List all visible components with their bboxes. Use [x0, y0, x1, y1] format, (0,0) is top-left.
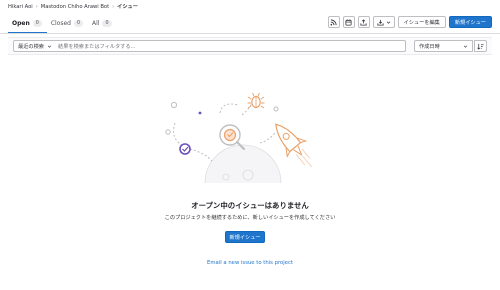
export-button[interactable] [357, 16, 370, 28]
export-icon [360, 18, 367, 26]
dashed-trail [259, 132, 276, 144]
breadcrumb-separator: › [35, 3, 38, 10]
bulk-edit-button[interactable]: イシューを編集 [397, 16, 446, 28]
calendar-button[interactable] [342, 16, 355, 28]
dashed-trail [241, 102, 253, 116]
rss-icon [330, 18, 337, 25]
email-new-issue-link[interactable]: Email a new issue to this project [0, 260, 500, 266]
breadcrumb-user[interactable]: Hikari Aoi [8, 4, 33, 10]
dashed-trail [173, 122, 183, 146]
breadcrumb-current[interactable]: イシュー [117, 3, 138, 10]
check-circle-icon [179, 143, 191, 155]
purple-dot [198, 111, 202, 115]
recent-searches-label: 最近の検索 [18, 43, 44, 50]
chevron-down-icon [463, 45, 468, 48]
issue-state-tabs: Open 0 Closed 0 All 0 [8, 18, 117, 34]
magnifier-lens [223, 128, 237, 142]
empty-state-title: オープン中のイシューはありません [191, 201, 309, 210]
small-circle [165, 129, 171, 135]
breadcrumb-project[interactable]: Mastodon Chiho Arawi Bot [41, 4, 109, 10]
sort-dropdown[interactable]: 作成日時 [414, 40, 473, 52]
dashed-trail [189, 148, 213, 162]
chevron-down-icon [47, 45, 52, 48]
filter-bar: 最近の検索 結果を検索またはフィルタする... 作成日時 [8, 37, 492, 55]
tab-open-label: Open [12, 20, 30, 27]
issues-toolbar: イシューを編集 新規イシュー [327, 16, 492, 28]
tab-closed-label: Closed [50, 20, 71, 27]
rss-button[interactable] [327, 16, 340, 28]
sort-direction-icon [477, 43, 484, 50]
empty-state-description: このプロジェクトを継続するために、新しいイシューを作成してください [164, 215, 336, 221]
empty-state-illustration [165, 92, 313, 183]
recent-searches-dropdown[interactable]: 最近の検索 [13, 40, 57, 52]
tab-open-count: 0 [32, 20, 42, 27]
small-circle [170, 101, 178, 109]
import-dropdown[interactable] [372, 16, 395, 28]
calendar-icon [345, 18, 352, 26]
breadcrumb-separator: › [112, 3, 115, 10]
sort-direction-button[interactable] [474, 40, 487, 52]
tab-all-count: 0 [102, 20, 112, 27]
search-placeholder: 結果を検索またはフィルタする... [58, 43, 136, 50]
tab-closed[interactable]: Closed 0 [47, 18, 88, 33]
empty-state-new-issue-button[interactable]: 新規イシュー [225, 231, 265, 243]
tab-all[interactable]: All 0 [88, 18, 117, 33]
tab-divider [0, 33, 500, 34]
small-circle [273, 106, 279, 112]
planet-shape [204, 144, 282, 183]
new-issue-button[interactable]: 新規イシュー [448, 16, 492, 28]
chevron-down-icon [386, 21, 390, 24]
breadcrumb: Hikari Aoi › Mastodon Chiho Arawi Bot › … [8, 3, 138, 11]
search-input[interactable]: 結果を検索またはフィルタする... [54, 40, 406, 52]
sort-label: 作成日時 [419, 43, 440, 50]
tab-closed-count: 0 [73, 20, 84, 27]
tab-open[interactable]: Open 0 [8, 18, 47, 34]
import-icon [377, 19, 384, 26]
dashed-trail [219, 103, 239, 114]
tab-all-label: All [92, 20, 100, 27]
